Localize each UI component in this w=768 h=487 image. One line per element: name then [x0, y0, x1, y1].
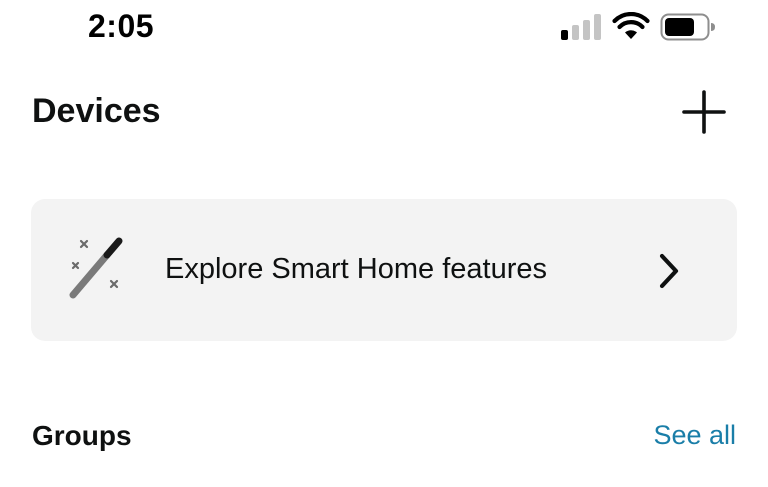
battery-icon — [660, 13, 715, 41]
explore-smart-home-label: Explore Smart Home features — [165, 253, 547, 285]
cellular-signal-icon — [561, 14, 601, 40]
wifi-icon — [612, 12, 650, 39]
status-time: 2:05 — [88, 8, 155, 44]
groups-section-title: Groups — [32, 420, 132, 451]
add-device-button[interactable] — [678, 86, 730, 138]
devices-screen: 2:05 Devices Explore Smart Home features… — [0, 0, 768, 487]
status-bar: 2:05 — [0, 0, 768, 60]
chevron-right-icon — [659, 253, 679, 289]
page-title: Devices — [32, 92, 161, 130]
explore-smart-home-card[interactable]: Explore Smart Home features — [31, 199, 737, 341]
magic-wand-icon — [69, 237, 123, 299]
see-all-groups-link[interactable]: See all — [653, 420, 736, 451]
plus-icon — [682, 90, 726, 134]
